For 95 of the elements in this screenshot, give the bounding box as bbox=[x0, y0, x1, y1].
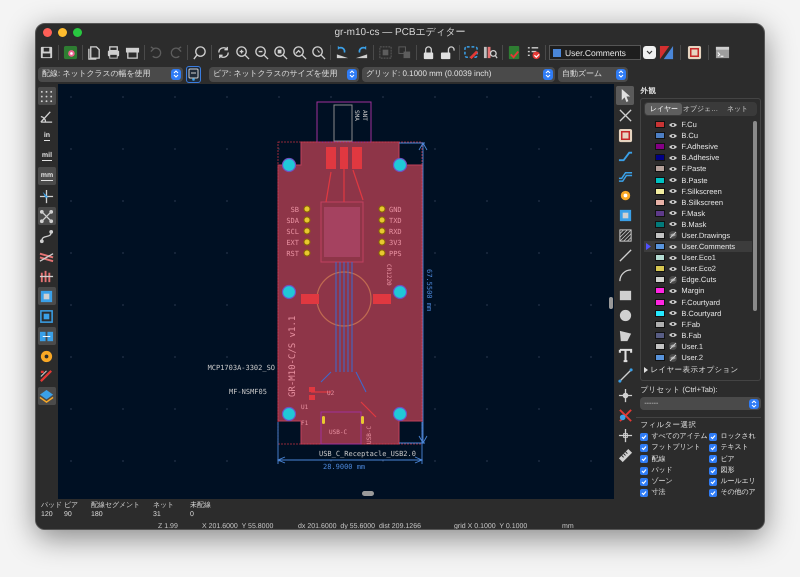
grid-dropdown[interactable]: グリッド: 0.1000 mm (0.0039 inch) bbox=[362, 66, 555, 82]
checkbox[interactable] bbox=[709, 432, 718, 441]
minimize-window-icon[interactable] bbox=[58, 28, 67, 37]
via-size-dropdown[interactable]: ビア: ネットクラスのサイズを使用 bbox=[209, 66, 359, 82]
save-icon[interactable] bbox=[38, 44, 55, 61]
zone-outline-icon[interactable] bbox=[38, 307, 56, 325]
dropdown-value: グリッド: 0.1000 mm (0.0039 inch) bbox=[366, 69, 492, 79]
eye-icon[interactable] bbox=[669, 198, 678, 206]
origin-icon[interactable] bbox=[616, 386, 634, 405]
dropdown-value: 自動ズーム bbox=[562, 69, 602, 79]
zoom-out-icon[interactable] bbox=[253, 44, 270, 61]
zone-icon[interactable] bbox=[38, 287, 56, 305]
dropdown-value: ビア: ネットクラスのサイズを使用 bbox=[213, 69, 338, 79]
print-icon[interactable] bbox=[105, 44, 122, 61]
footprint-icon[interactable] bbox=[616, 126, 634, 145]
grid-icon[interactable] bbox=[38, 87, 56, 105]
scrollbar-thumb[interactable] bbox=[608, 297, 613, 309]
zoom-fit-icon[interactable] bbox=[272, 44, 289, 61]
eye-icon[interactable] bbox=[669, 264, 678, 273]
eye-icon[interactable] bbox=[669, 286, 678, 295]
eye-icon[interactable] bbox=[669, 187, 678, 196]
eye-icon[interactable] bbox=[669, 320, 678, 328]
appearance-icon[interactable] bbox=[38, 387, 56, 405]
checkbox[interactable] bbox=[709, 478, 718, 486]
ratsnest-icon[interactable] bbox=[38, 207, 56, 225]
checkbox[interactable] bbox=[640, 455, 648, 464]
chevron-down-icon bbox=[646, 50, 653, 55]
scrollbar-thumb[interactable] bbox=[753, 121, 757, 311]
unlock-icon[interactable] bbox=[439, 44, 456, 61]
dropdown-button[interactable] bbox=[643, 46, 656, 59]
eye-icon[interactable] bbox=[669, 331, 678, 340]
footprint-icon[interactable] bbox=[686, 44, 703, 61]
curved-icon[interactable] bbox=[38, 227, 56, 245]
eye-icon[interactable] bbox=[669, 176, 678, 184]
checkbox[interactable] bbox=[640, 489, 648, 498]
zoom-dropdown[interactable]: 自動ズーム bbox=[558, 66, 628, 82]
track-width-dropdown[interactable]: 配線: ネットクラスの幅を使用 bbox=[38, 66, 183, 82]
zoom-window-icon[interactable] bbox=[73, 28, 82, 37]
updown-arrows-icon bbox=[173, 70, 179, 78]
checkbox[interactable] bbox=[640, 466, 648, 475]
library-icon[interactable] bbox=[482, 44, 499, 61]
eye-icon[interactable] bbox=[669, 142, 678, 151]
hidden-eye-icon[interactable] bbox=[669, 342, 678, 350]
close-window-icon[interactable] bbox=[43, 28, 52, 37]
eye-icon[interactable] bbox=[669, 220, 678, 228]
track-width-toggle-icon[interactable] bbox=[186, 66, 201, 82]
selection-marker-icon bbox=[646, 243, 652, 250]
eye-icon[interactable] bbox=[669, 209, 678, 218]
checkbox[interactable] bbox=[709, 489, 718, 498]
updown-arrows-icon bbox=[349, 70, 355, 78]
terminal-icon[interactable] bbox=[714, 44, 731, 61]
hidden-eye-icon[interactable] bbox=[669, 354, 678, 362]
layer-name: User.Comments bbox=[565, 48, 626, 58]
zoom-in-icon[interactable] bbox=[234, 44, 251, 61]
eye-icon[interactable] bbox=[669, 132, 678, 140]
eye-icon[interactable] bbox=[669, 154, 678, 162]
eye-icon[interactable] bbox=[669, 298, 678, 306]
eye-icon[interactable] bbox=[669, 254, 678, 262]
updown-arrows-icon bbox=[751, 400, 757, 408]
eye-icon[interactable] bbox=[669, 242, 678, 251]
layer-pair-icon[interactable] bbox=[658, 44, 675, 61]
checkbox[interactable] bbox=[640, 444, 648, 452]
board-setup-icon[interactable] bbox=[62, 44, 79, 61]
drc-icon[interactable] bbox=[525, 44, 542, 61]
eye-icon[interactable] bbox=[669, 309, 678, 318]
cursor-icon[interactable] bbox=[38, 187, 56, 205]
triangle-right-icon bbox=[644, 366, 648, 373]
scrollbar-thumb[interactable] bbox=[362, 491, 374, 496]
updown-arrows-icon bbox=[545, 70, 551, 78]
ruler-icon[interactable] bbox=[616, 446, 634, 465]
hidden-eye-icon[interactable] bbox=[669, 231, 678, 240]
pads-icon[interactable] bbox=[38, 327, 56, 345]
checkbox[interactable] bbox=[709, 455, 718, 464]
text-icon[interactable] bbox=[616, 346, 634, 365]
refresh-icon[interactable] bbox=[215, 44, 232, 61]
find-icon[interactable] bbox=[191, 44, 208, 61]
window-title: gr-m10-cs — PCBエディター bbox=[334, 26, 466, 39]
checkbox[interactable] bbox=[709, 444, 718, 452]
checkbox[interactable] bbox=[640, 432, 648, 441]
zoom-select-icon[interactable] bbox=[310, 44, 327, 61]
zoom-objects-icon[interactable] bbox=[291, 44, 308, 61]
dimension-icon[interactable] bbox=[616, 366, 634, 385]
layer-selector[interactable]: User.Comments bbox=[549, 45, 641, 60]
page-icon[interactable] bbox=[86, 44, 103, 61]
checkbox[interactable] bbox=[709, 466, 718, 475]
updown-arrows-icon bbox=[618, 70, 624, 78]
select-icon[interactable] bbox=[616, 86, 634, 105]
eye-icon[interactable] bbox=[669, 120, 678, 129]
grid-origin-icon[interactable] bbox=[616, 426, 634, 445]
net-inspector-icon[interactable] bbox=[463, 44, 480, 61]
silkscreen-label: GR-M10-C/S v1.1 bbox=[288, 316, 298, 397]
eye-icon[interactable] bbox=[669, 164, 678, 173]
checkbox[interactable] bbox=[640, 478, 648, 486]
dropdown-value: 配線: ネットクラスの幅を使用 bbox=[42, 69, 150, 79]
hidden-eye-icon[interactable] bbox=[669, 276, 678, 284]
